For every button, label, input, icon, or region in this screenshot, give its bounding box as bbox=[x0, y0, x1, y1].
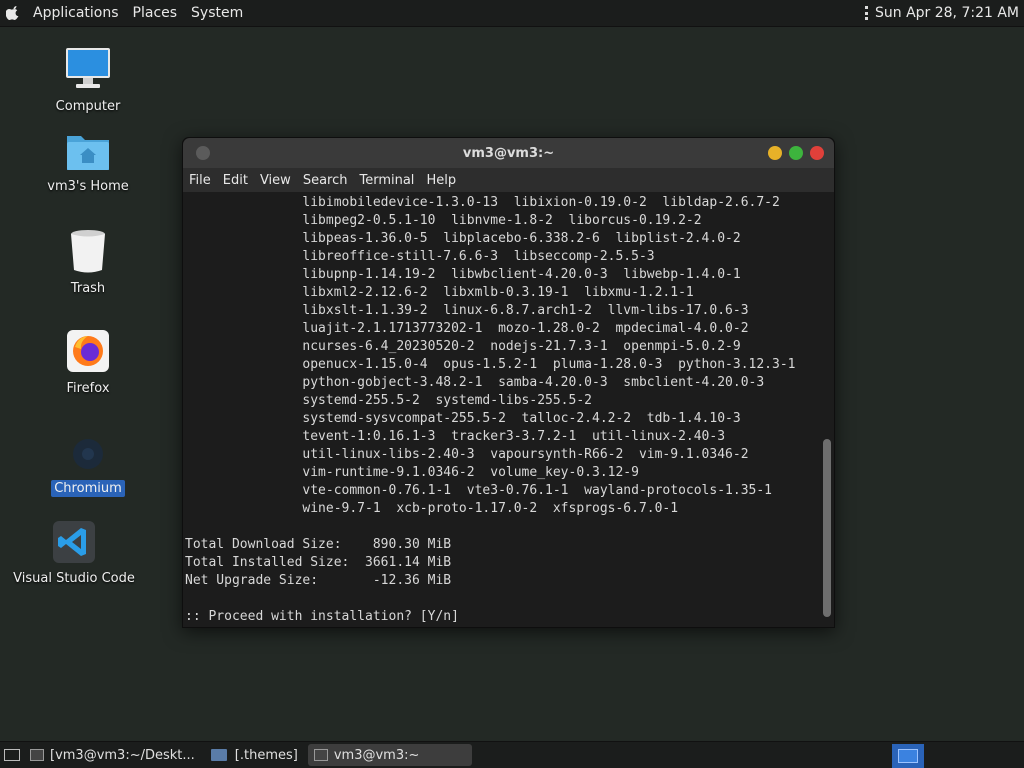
menu-places[interactable]: Places bbox=[126, 0, 185, 26]
taskbar-item-label: [vm3@vm3:~/Deskt... bbox=[50, 747, 195, 763]
desktop-icon-label: Computer bbox=[55, 99, 121, 114]
terminal-scrollbar[interactable] bbox=[822, 194, 832, 624]
desktop-icon-chromium[interactable]: Chromium bbox=[28, 434, 148, 497]
terminal-icon bbox=[30, 749, 44, 761]
menu-terminal[interactable]: Terminal bbox=[353, 173, 420, 188]
clock[interactable]: Sun Apr 28, 7:21 AM bbox=[875, 5, 1019, 21]
bottom-taskbar: [vm3@vm3:~/Deskt... [.themes] vm3@vm3:~ bbox=[0, 741, 1024, 768]
desktop-icon-label: Chromium bbox=[51, 480, 125, 497]
terminal-menubar: File Edit View Search Terminal Help bbox=[183, 168, 834, 192]
minimize-button[interactable] bbox=[768, 146, 782, 160]
desktop-icon-firefox[interactable]: Firefox bbox=[28, 328, 148, 397]
taskbar-item-label: vm3@vm3:~ bbox=[333, 747, 420, 763]
scrollbar-thumb[interactable] bbox=[823, 439, 831, 617]
window-title: vm3@vm3:~ bbox=[462, 145, 555, 161]
desktop-icon-label: Firefox bbox=[66, 381, 110, 396]
desktop-icon-trash[interactable]: Trash bbox=[28, 228, 148, 297]
folder-icon bbox=[210, 749, 227, 761]
desktop-icon-label: Trash bbox=[70, 281, 106, 296]
menu-file[interactable]: File bbox=[183, 173, 217, 188]
menu-edit[interactable]: Edit bbox=[217, 173, 254, 188]
workspace-1[interactable] bbox=[898, 749, 918, 763]
taskbar-item-terminal-active[interactable]: vm3@vm3:~ bbox=[307, 744, 472, 766]
terminal-output[interactable]: libimobiledevice-1.3.0-13 libixion-0.19.… bbox=[183, 192, 819, 626]
menu-applications[interactable]: Applications bbox=[26, 0, 126, 26]
chromium-icon bbox=[73, 439, 103, 469]
computer-icon bbox=[66, 48, 110, 88]
desktop-icon-computer[interactable]: Computer bbox=[28, 46, 148, 115]
window-menu-icon[interactable] bbox=[196, 146, 210, 160]
top-panel: Applications Places System Sun Apr 28, 7… bbox=[0, 0, 1024, 27]
firefox-icon bbox=[67, 330, 109, 372]
show-desktop-icon[interactable] bbox=[4, 749, 20, 761]
taskbar-item-themes[interactable]: [.themes] bbox=[205, 744, 304, 766]
desktop-icon-home[interactable]: vm3's Home bbox=[28, 130, 148, 195]
menu-help[interactable]: Help bbox=[420, 173, 462, 188]
menu-search[interactable]: Search bbox=[297, 173, 354, 188]
desktop-icon-label: vm3's Home bbox=[47, 179, 129, 194]
maximize-button[interactable] bbox=[789, 146, 803, 160]
desktop-icon-vscode[interactable]: Visual Studio Code bbox=[13, 520, 135, 587]
trash-icon bbox=[71, 230, 105, 273]
terminal-text: libimobiledevice-1.3.0-13 libixion-0.19.… bbox=[185, 195, 796, 624]
taskbar-item-terminal-desktop[interactable]: [vm3@vm3:~/Deskt... bbox=[24, 744, 201, 766]
desktop-icon-label: Visual Studio Code bbox=[13, 571, 135, 586]
window-titlebar[interactable]: vm3@vm3:~ bbox=[183, 138, 834, 168]
taskbar-item-label: [.themes] bbox=[234, 747, 298, 763]
vscode-icon bbox=[53, 521, 95, 563]
terminal-icon bbox=[313, 749, 328, 761]
menu-view[interactable]: View bbox=[254, 173, 297, 188]
workspace-switcher[interactable] bbox=[892, 744, 924, 768]
menu-system[interactable]: System bbox=[184, 0, 250, 26]
apple-logo-icon[interactable] bbox=[6, 6, 20, 20]
kebab-menu-icon[interactable] bbox=[864, 6, 869, 20]
terminal-window[interactable]: vm3@vm3:~ File Edit View Search Terminal… bbox=[182, 137, 835, 628]
home-folder-icon bbox=[67, 136, 109, 170]
close-button[interactable] bbox=[810, 146, 824, 160]
